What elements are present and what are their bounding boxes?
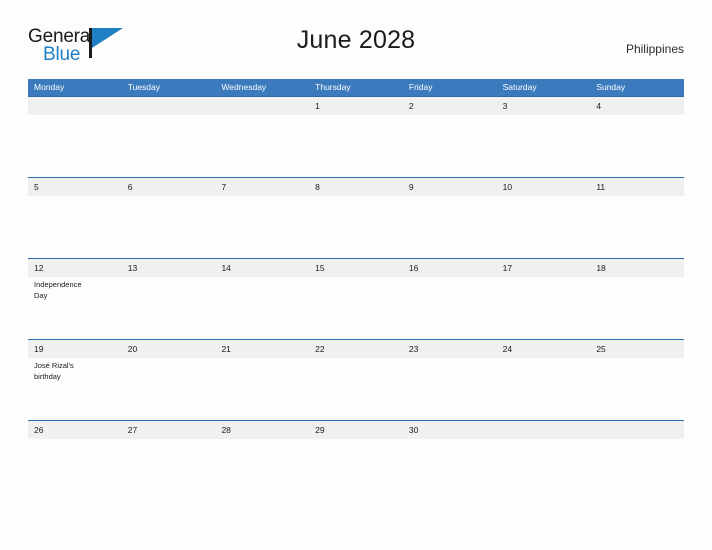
day-header-thursday: Thursday	[315, 82, 351, 92]
day-number: 30	[408, 425, 419, 435]
day-number: 11	[596, 182, 606, 192]
week-row: 19 José Rizal's birthday 20 21 22 23 24 …	[28, 339, 684, 420]
page-header: General Blue June 2028 Philippines	[28, 22, 684, 70]
day-event: Independence Day	[34, 280, 82, 300]
day-number: 21	[221, 344, 231, 354]
week-row: 12 Independence Day 13 14 15 16 17 18	[28, 258, 684, 339]
day-cell[interactable]	[590, 421, 684, 502]
day-number: 23	[408, 344, 419, 354]
day-cell[interactable]: 15	[309, 259, 403, 340]
day-cell[interactable]: 9	[403, 178, 497, 259]
day-cell[interactable]	[28, 97, 122, 178]
day-cell[interactable]: 11	[590, 178, 684, 259]
day-cell[interactable]: 4	[590, 97, 684, 178]
day-number: 14	[221, 263, 231, 273]
country-label: Philippines	[625, 42, 684, 56]
day-cell[interactable]: 1	[309, 97, 403, 178]
day-cell[interactable]: 19 José Rizal's birthday	[28, 340, 122, 421]
day-cell[interactable]: 7	[215, 178, 309, 259]
day-number: 24	[502, 344, 513, 354]
day-number: 7	[221, 182, 227, 192]
day-cell[interactable]: 16	[403, 259, 497, 340]
day-cell[interactable]: 28	[215, 421, 309, 502]
day-cell[interactable]: 10	[497, 178, 591, 259]
day-number: 28	[221, 425, 231, 435]
day-cell[interactable]: 22	[309, 340, 403, 421]
day-header-friday: Friday	[408, 82, 433, 92]
day-number: 16	[408, 263, 419, 273]
day-header-monday: Monday	[34, 82, 65, 92]
day-number: 10	[502, 182, 513, 192]
day-cell[interactable]: 20	[122, 340, 216, 421]
day-header-sunday: Sunday	[596, 82, 626, 92]
day-cell[interactable]: 2	[403, 97, 497, 178]
day-cell[interactable]: 17	[497, 259, 591, 340]
day-cell[interactable]	[497, 421, 591, 502]
day-number: 27	[127, 425, 138, 435]
day-number: 12	[34, 263, 44, 273]
day-of-week-header-row: Monday Tuesday Wednesday Thursday Friday…	[28, 79, 684, 96]
day-number: 4	[596, 101, 602, 111]
day-cell[interactable]: 25	[590, 340, 684, 421]
day-number: 1	[315, 101, 320, 111]
day-number: 19	[34, 344, 44, 354]
day-number: 25	[596, 344, 606, 354]
day-cell[interactable]: 30	[403, 421, 497, 502]
day-number: 20	[127, 344, 138, 354]
day-number: 5	[34, 182, 39, 192]
day-cell[interactable]	[215, 97, 309, 178]
day-cell[interactable]	[122, 97, 216, 178]
day-header-saturday: Saturday	[502, 82, 537, 92]
day-number: 6	[127, 182, 133, 192]
day-number: 26	[34, 425, 44, 435]
day-cell[interactable]: 6	[122, 178, 216, 259]
day-event: José Rizal's birthday	[34, 361, 74, 381]
day-number: 17	[502, 263, 513, 273]
day-cell[interactable]: 18	[590, 259, 684, 340]
day-number: 3	[502, 101, 508, 111]
day-header-wednesday: Wednesday	[221, 82, 267, 92]
day-cell[interactable]: 26	[28, 421, 122, 502]
page-title: June 2028	[296, 26, 416, 54]
day-number: 9	[408, 182, 414, 192]
day-cell[interactable]: 8	[309, 178, 403, 259]
day-cell[interactable]: 24	[497, 340, 591, 421]
day-number: 8	[315, 182, 320, 192]
day-cell[interactable]: 12 Independence Day	[28, 259, 122, 340]
day-cell[interactable]: 13	[122, 259, 216, 340]
week-row: 1 2 3 4	[28, 96, 684, 177]
day-cell[interactable]: 29	[309, 421, 403, 502]
day-cell[interactable]: 21	[215, 340, 309, 421]
day-number: 2	[408, 101, 414, 111]
day-number: 13	[127, 263, 138, 273]
day-cell[interactable]: 23	[403, 340, 497, 421]
day-number: 29	[315, 425, 325, 435]
day-number: 22	[315, 344, 325, 354]
day-header-tuesday: Tuesday	[127, 82, 161, 92]
week-row: 5 6 7 8 9 10 11	[28, 177, 684, 258]
day-cell[interactable]: 27	[122, 421, 216, 502]
week-row: 26 27 28 29 30	[28, 420, 684, 501]
day-cell[interactable]: 3	[497, 97, 591, 178]
day-cell[interactable]: 14	[215, 259, 309, 340]
calendar-grid: Monday Tuesday Wednesday Thursday Friday…	[28, 79, 684, 501]
day-number: 15	[315, 263, 325, 273]
day-cell[interactable]: 5	[28, 178, 122, 259]
day-number: 18	[596, 263, 606, 273]
calendar-page: General Blue June 2028 Philippines Monda…	[0, 0, 712, 550]
